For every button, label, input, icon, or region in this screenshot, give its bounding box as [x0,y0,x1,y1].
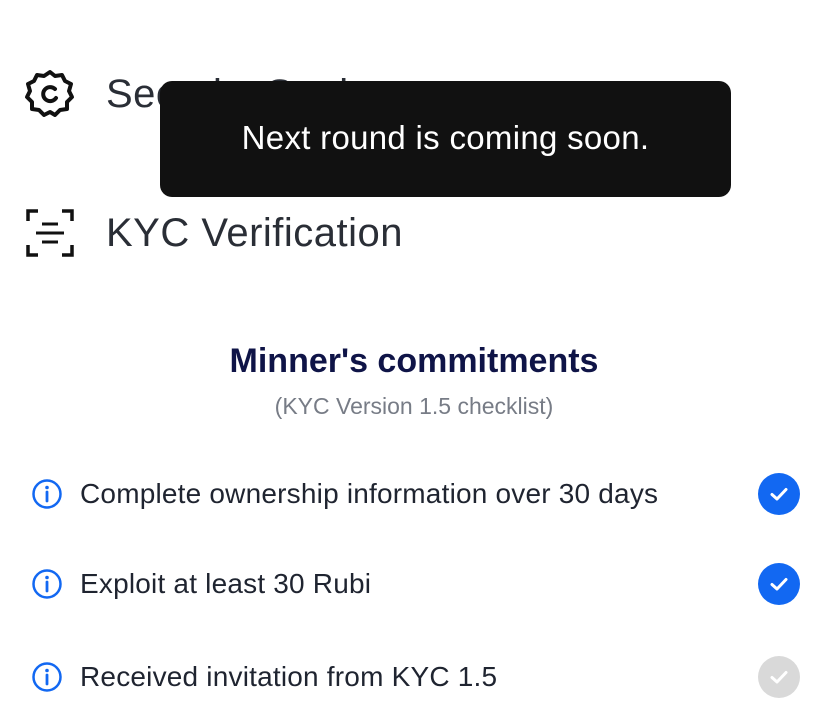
info-circle-icon[interactable] [30,567,64,601]
kyc-verification-label: KYC Verification [106,210,404,255]
toast-message: Next round is coming soon. [241,119,650,156]
info-circle-icon[interactable] [30,660,64,694]
check-circle-icon [758,563,800,605]
info-circle-icon[interactable] [30,477,64,511]
scan-icon [22,205,78,261]
menu-item-kyc-verification[interactable]: KYC Verification [22,205,403,261]
checklist-item-label: Complete ownership information over 30 d… [80,478,659,509]
checklist-item-label: Received invitation from KYC 1.5 [80,661,498,692]
commitments-subtitle: (KYC Version 1.5 checklist) [274,393,554,419]
checklist-item-label: Exploit at least 30 Rubi [80,568,372,599]
checklist-item: Complete ownership information over 30 d… [30,471,800,517]
check-circle-icon [758,473,800,515]
gear-icon [22,66,78,122]
toast-notification: Next round is coming soon. [160,81,731,197]
checklist-item: Exploit at least 30 Rubi [30,561,800,607]
checklist-item: Received invitation from KYC 1.5 [30,654,800,700]
commitments-title: Minner's commitments [229,342,599,380]
check-circle-icon [758,656,800,698]
